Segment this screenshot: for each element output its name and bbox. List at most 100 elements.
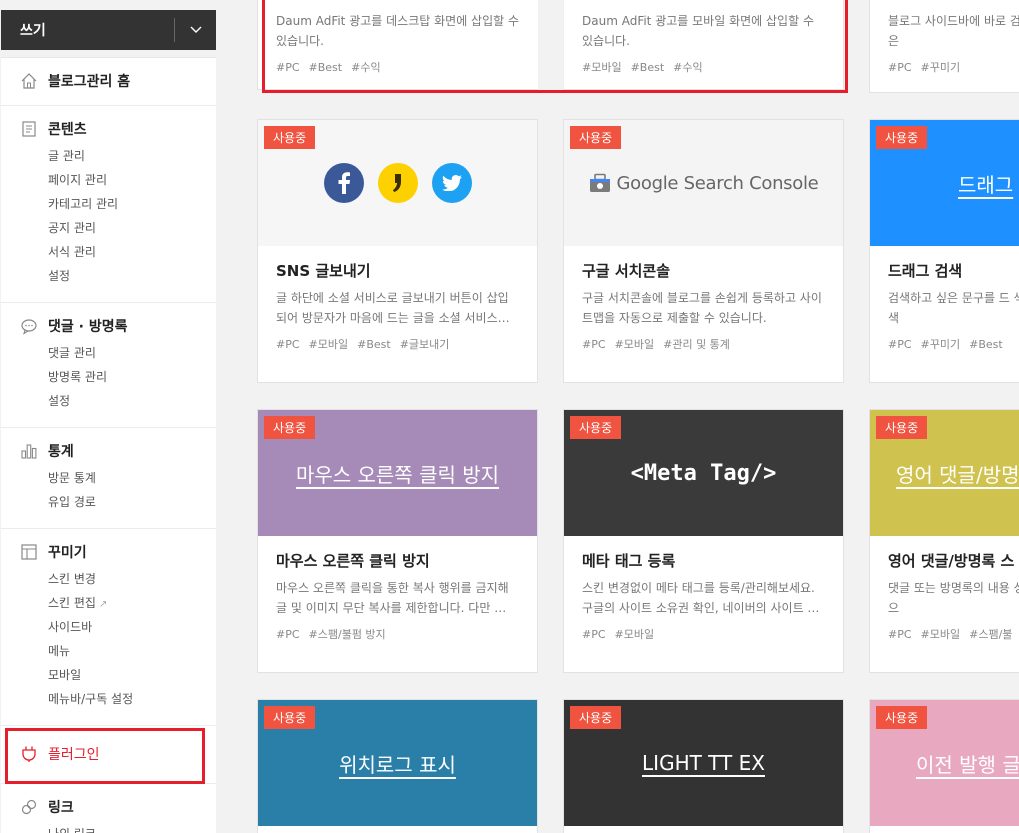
plugin-card-right-click-block[interactable]: 사용중 마우스 오른쪽 클릭 방지 마우스 오른쪽 클릭 방지 마우스 오른쪽 … xyxy=(257,409,538,673)
layout-icon xyxy=(20,543,38,561)
plugin-tag: #PC xyxy=(276,338,300,351)
status-badge: 사용중 xyxy=(570,126,622,149)
sidebar-subitem-menu[interactable]: 메뉴 xyxy=(48,639,216,663)
plugin-card-drag-search[interactable]: 사용중 드래그 드래그 검색 검색하고 싶은 문구를 드 색 버튼이 나타나며 … xyxy=(869,119,1019,383)
plugin-card-name: SNS 글보내기 xyxy=(276,262,371,280)
sidebar-subitem-comments-settings[interactable]: 설정 xyxy=(48,389,216,413)
sidebar-subitem-post-manage[interactable]: 글 관리 xyxy=(48,144,216,168)
plugin-thumb: 사용중 영어 댓글/방명 xyxy=(870,410,1019,536)
sidebar-subitem-menubar-settings[interactable]: 메뉴바/구독 설정 xyxy=(48,687,216,711)
plugin-card-name: 마우스 오른쪽 클릭 방지 xyxy=(276,552,430,570)
plugin-card-desc: 글 하단에 소셜 서비스로 글보내기 버튼이 삽입되어 방문자가 마음에 드는 … xyxy=(276,291,510,325)
sidebar-section-home: 블로그관리 홈 xyxy=(1,58,216,106)
sidebar-subitem-mobile[interactable]: 모바일 xyxy=(48,663,216,687)
sidebar-subitem-skin-change[interactable]: 스킨 변경 xyxy=(48,567,216,591)
contents-submenu: 글 관리 페이지 관리 카테고리 관리 공지 관리 서식 관리 설정 xyxy=(1,144,216,288)
plugin-card-tags: #PC #모바일 #스팸/불 xyxy=(888,626,1019,642)
sidebar-item-link-label: 링크 xyxy=(48,800,74,816)
sidebar-item-contents[interactable]: 콘텐츠 xyxy=(1,119,216,139)
plugin-card-desc: 스킨 변경없이 메타 태그를 등록/관리해보세요. 구글의 사이트 소유권 확인… xyxy=(582,581,820,615)
write-button[interactable]: 쓰기 xyxy=(1,10,216,50)
sidebar-item-comments-label: 댓글 · 방명록 xyxy=(48,319,128,335)
plugin-card-desc: 구글 서치콘솔에 블로그를 손쉽게 등록하고 사이트맵을 자동으로 제출할 수 … xyxy=(582,291,822,325)
plugin-card-sns-share[interactable]: 사용중 SNS 글보내기 글 하단에 소셜 서비스로 글보내기 버튼이 삽입되어… xyxy=(257,119,538,383)
sidebar-item-decorate[interactable]: 꾸미기 xyxy=(1,542,216,562)
plugin-tag: #Best xyxy=(969,338,1003,351)
sidebar-subitem-contents-settings[interactable]: 설정 xyxy=(48,264,216,288)
sidebar-item-home[interactable]: 블로그관리 홈 xyxy=(1,71,216,91)
plugin-thumb: 사용중 드래그 xyxy=(870,120,1019,246)
status-badge: 사용중 xyxy=(570,706,622,729)
plugin-card-desc: 댓글 또는 방명록의 내용 성되어 있을 경우, 스팸으 xyxy=(888,581,1019,615)
plugin-tag: #모바일 xyxy=(614,338,655,351)
plugin-tag: #PC xyxy=(582,628,606,641)
plugin-card-name: 영어 댓글/방명록 스 xyxy=(888,552,1015,570)
link-submenu: 나의 링크 xyxy=(1,822,216,833)
plugin-tag: #꾸미기 xyxy=(920,61,961,74)
sidebar-subitem-sidebar[interactable]: 사이드바 xyxy=(48,615,216,639)
plugin-card-english-comment-block[interactable]: 사용중 영어 댓글/방명 영어 댓글/방명록 스 댓글 또는 방명록의 내용 성… xyxy=(869,409,1019,673)
plugin-grid: Daum AdFit 광고를 데스크탑 화면에 삽입할 수 있습니다. #PC #… xyxy=(216,0,1019,833)
plugin-tag: #PC xyxy=(582,338,606,351)
sidebar-section-comments: 댓글 · 방명록 댓글 관리 방명록 관리 설정 xyxy=(1,303,216,428)
status-badge: 사용중 xyxy=(264,416,316,439)
sidebar-subitem-visit-stats[interactable]: 방문 통계 xyxy=(48,466,216,490)
plugin-card-lightbox[interactable]: 사용중 LIGHT TT EX xyxy=(563,699,844,833)
plugin-thumb-title: 마우스 오른쪽 클릭 방지 xyxy=(295,462,500,487)
plugin-card-tags: #PC #모바일 #Best #글보내기 xyxy=(276,336,519,352)
sidebar-subitem-notice-manage[interactable]: 공지 관리 xyxy=(48,216,216,240)
plugin-tag: #꾸미기 xyxy=(920,338,961,351)
sidebar-subitem-comment-manage[interactable]: 댓글 관리 xyxy=(48,341,216,365)
plugin-tag: #Best xyxy=(357,338,391,351)
sidebar-subitem-template-manage[interactable]: 서식 관리 xyxy=(48,240,216,264)
status-badge: 사용중 xyxy=(876,416,928,439)
sidebar-subitem-referrer[interactable]: 유입 경로 xyxy=(48,490,216,514)
status-badge: 사용중 xyxy=(876,126,928,149)
skin-edit-label: 스킨 편집 xyxy=(48,596,96,610)
sidebar-item-link[interactable]: 링크 xyxy=(1,797,216,817)
sidebar-subitem-page-manage[interactable]: 페이지 관리 xyxy=(48,168,216,192)
plugin-card-sidebar-search[interactable]: 블로그 사이드바에 바로 검색창을 표시합니다. 은 #PC #꾸미기 xyxy=(869,0,1019,93)
bar-chart-icon xyxy=(20,442,38,460)
kakaostory-icon xyxy=(377,163,418,203)
link-icon xyxy=(20,798,38,816)
plugin-thumb-title: <Meta Tag/> xyxy=(630,460,777,486)
sidebar-item-decorate-label: 꾸미기 xyxy=(48,545,87,561)
plugin-thumb: 사용중 위치로그 표시 xyxy=(258,700,537,826)
comments-submenu: 댓글 관리 방명록 관리 설정 xyxy=(1,341,216,413)
chevron-down-icon[interactable] xyxy=(175,26,216,34)
plugin-thumb: 사용중 <Meta Tag/> xyxy=(564,410,843,536)
plugin-thumb-title: 드래그 xyxy=(958,172,1014,197)
plugin-tag: #PC xyxy=(888,628,912,641)
sidebar-section-link: 링크 나의 링크 xyxy=(1,784,216,833)
plugin-tag: #스팸/불펌 방지 xyxy=(308,628,386,641)
write-button-label: 쓰기 xyxy=(20,23,46,39)
plugin-card-meta-tag[interactable]: 사용중 <Meta Tag/> 메타 태그 등록 스킨 변경없이 메타 태그를 … xyxy=(563,409,844,673)
comment-icon xyxy=(20,317,38,335)
sidebar-subitem-my-link[interactable]: 나의 링크 xyxy=(48,822,216,833)
sidebar-item-contents-label: 콘텐츠 xyxy=(48,122,87,138)
sidebar-item-comments[interactable]: 댓글 · 방명록 xyxy=(1,316,216,336)
plugin-card-tags: #PC #꾸미기 #Best xyxy=(888,336,1019,352)
sidebar-section-decorate: 꾸미기 스킨 변경 스킨 편집 ↗ 사이드바 메뉴 모바일 메뉴바/구독 설정 xyxy=(1,529,216,726)
plugin-thumb-title: LIGHT TT EX xyxy=(642,751,765,775)
sidebar-subitem-category-manage[interactable]: 카테고리 관리 xyxy=(48,192,216,216)
plugin-thumb: 사용중 마우스 오른쪽 클릭 방지 xyxy=(258,410,537,536)
sidebar-subitem-guestbook-manage[interactable]: 방명록 관리 xyxy=(48,365,216,389)
plugin-card-previous-posts[interactable]: 사용중 이전 발행 글 xyxy=(869,699,1019,833)
sidebar-nav: 블로그관리 홈 콘텐츠 글 관리 페이지 관리 카테고리 관리 공지 관리 서식… xyxy=(1,57,216,833)
home-icon xyxy=(20,72,38,90)
plugin-tag: #글보내기 xyxy=(399,338,450,351)
sidebar-item-stats[interactable]: 통계 xyxy=(1,441,216,461)
plugin-card-location-log[interactable]: 사용중 위치로그 표시 xyxy=(257,699,538,833)
plugin-tag: #모바일 xyxy=(308,338,349,351)
twitter-icon xyxy=(431,163,472,203)
stats-submenu: 방문 통계 유입 경로 xyxy=(1,466,216,514)
plugin-card-tags: #PC #모바일 xyxy=(582,626,825,642)
facebook-icon xyxy=(323,163,364,203)
document-icon xyxy=(20,120,38,138)
sidebar-section-stats: 통계 방문 통계 유입 경로 xyxy=(1,428,216,529)
sidebar-subitem-skin-edit[interactable]: 스킨 편집 ↗ xyxy=(48,591,216,615)
plugin-card-google-search-console[interactable]: 사용중 Google Search Console 구글 서치콘솔 구글 서치콘… xyxy=(563,119,844,383)
adfit-highlight-box xyxy=(262,0,848,93)
